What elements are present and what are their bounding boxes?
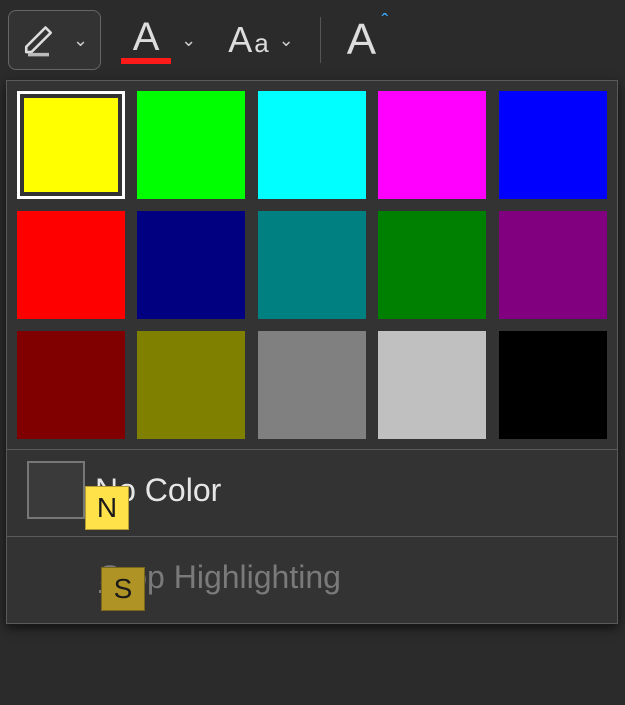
change-case-icon: Aa	[228, 19, 268, 61]
chevron-down-icon: ⌄	[181, 30, 196, 51]
font-color-icon: A	[121, 17, 171, 64]
superscript-button[interactable]: Aˆ	[335, 10, 388, 70]
color-swatch-navy[interactable]	[137, 211, 245, 319]
color-swatch-olive[interactable]	[137, 331, 245, 439]
shortcut-badge-s: S	[101, 567, 145, 611]
color-swatch-green[interactable]	[378, 211, 486, 319]
change-case-button[interactable]: Aa ⌄	[216, 10, 306, 70]
menu-section: No Color N	[7, 449, 617, 536]
color-swatch-red[interactable]	[17, 211, 125, 319]
highlight-button[interactable]: ⌄	[8, 10, 101, 70]
superscript-icon: Aˆ	[347, 18, 376, 62]
highlight-color-dropdown: No Color N Stop Highlighting S	[6, 80, 618, 624]
highlighter-icon	[21, 17, 63, 64]
separator	[320, 17, 321, 63]
chevron-down-icon: ⌄	[73, 30, 88, 51]
color-swatch-lightgray[interactable]	[378, 331, 486, 439]
no-color-item[interactable]: No Color N	[27, 460, 601, 520]
shortcut-badge-n: N	[85, 486, 129, 530]
color-swatch-teal[interactable]	[258, 211, 366, 319]
font-color-button[interactable]: A ⌄	[109, 10, 208, 70]
color-swatch-blue[interactable]	[499, 91, 607, 199]
color-swatch-purple[interactable]	[499, 211, 607, 319]
stop-highlighting-item[interactable]: Stop Highlighting S	[27, 547, 601, 607]
color-swatch-gray[interactable]	[258, 331, 366, 439]
toolbar: ⌄ A ⌄ Aa ⌄ Aˆ	[0, 0, 625, 80]
color-swatch-cyan[interactable]	[258, 91, 366, 199]
color-swatch-black[interactable]	[499, 331, 607, 439]
chevron-down-icon: ⌄	[279, 30, 294, 51]
color-swatch-magenta[interactable]	[378, 91, 486, 199]
menu-section: Stop Highlighting S	[7, 536, 617, 623]
color-swatch-maroon[interactable]	[17, 331, 125, 439]
color-swatch-grid	[7, 81, 617, 449]
color-swatch-yellow[interactable]	[17, 91, 125, 199]
color-swatch-lime[interactable]	[137, 91, 245, 199]
no-color-icon	[27, 461, 85, 519]
